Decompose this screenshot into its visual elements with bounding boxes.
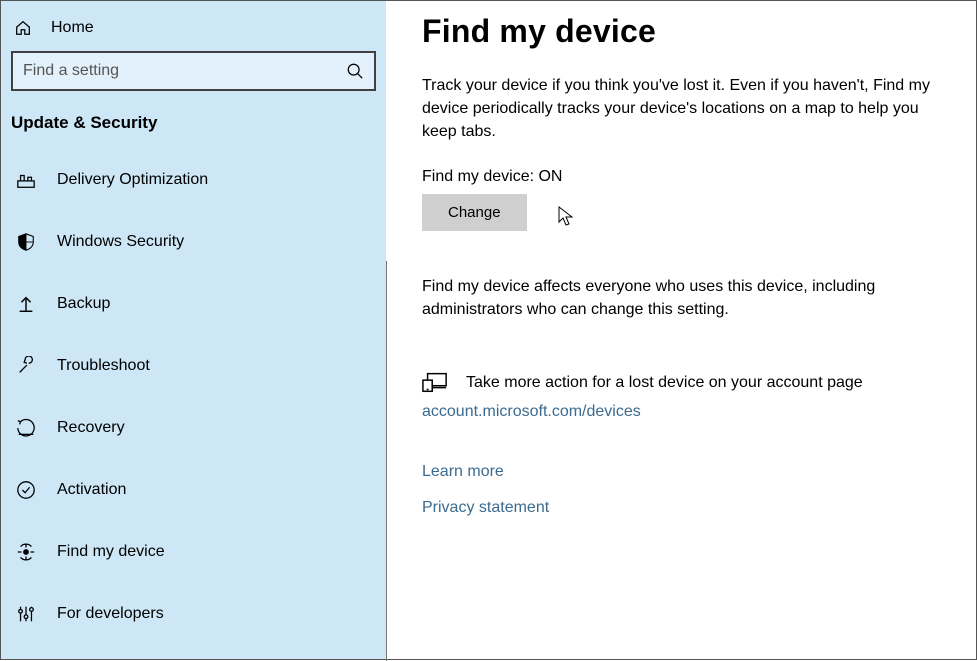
wrench-icon: [15, 355, 37, 377]
backup-icon: [15, 293, 37, 315]
account-action-text: Take more action for a lost device on yo…: [466, 374, 863, 392]
sidebar-item-label: For developers: [57, 605, 164, 623]
change-button[interactable]: Change: [422, 194, 527, 231]
delivery-optimization-icon: [15, 169, 37, 191]
section-title: Update & Security: [1, 109, 386, 155]
search-box[interactable]: [11, 51, 376, 91]
recovery-icon: [15, 417, 37, 439]
locate-icon: [15, 541, 37, 563]
sidebar-item-windows-security[interactable]: Windows Security: [1, 217, 386, 267]
home-label: Home: [51, 19, 94, 37]
main-content: Find my device Track your device if you …: [386, 1, 976, 659]
sidebar-item-label: Windows Security: [57, 233, 184, 251]
sidebar-item-delivery-optimization[interactable]: Delivery Optimization: [1, 155, 386, 205]
learn-more-link[interactable]: Learn more: [422, 463, 952, 481]
sidebar-item-label: Activation: [57, 481, 126, 499]
sidebar-item-for-developers[interactable]: For developers: [1, 589, 386, 639]
sidebar-item-backup[interactable]: Backup: [1, 279, 386, 329]
search-icon: [346, 62, 364, 80]
check-circle-icon: [15, 479, 37, 501]
sidebar-item-label: Find my device: [57, 543, 165, 561]
sidebar-item-label: Recovery: [57, 419, 125, 437]
devices-icon: [422, 371, 448, 395]
status-label: Find my device: ON: [422, 168, 952, 186]
sliders-icon: [15, 603, 37, 625]
sidebar-item-activation[interactable]: Activation: [1, 465, 386, 515]
page-title: Find my device: [422, 13, 952, 50]
sidebar-item-label: Delivery Optimization: [57, 171, 208, 189]
account-link[interactable]: account.microsoft.com/devices: [422, 403, 952, 421]
sidebar-item-find-my-device[interactable]: Find my device: [1, 527, 386, 577]
sidebar-item-label: Backup: [57, 295, 110, 313]
note-text: Find my device affects everyone who uses…: [422, 275, 952, 321]
divider: [386, 261, 387, 661]
home-icon: [13, 19, 33, 37]
sidebar-item-recovery[interactable]: Recovery: [1, 403, 386, 453]
shield-icon: [15, 231, 37, 253]
sidebar-item-label: Troubleshoot: [57, 357, 150, 375]
sidebar-home[interactable]: Home: [1, 11, 386, 51]
sidebar-item-troubleshoot[interactable]: Troubleshoot: [1, 341, 386, 391]
sidebar: Home Update & Security Delivery Optimiza…: [1, 1, 386, 659]
search-input[interactable]: [23, 62, 346, 80]
account-action-row: Take more action for a lost device on yo…: [422, 371, 952, 395]
privacy-link[interactable]: Privacy statement: [422, 499, 952, 517]
intro-text: Track your device if you think you've lo…: [422, 74, 952, 144]
